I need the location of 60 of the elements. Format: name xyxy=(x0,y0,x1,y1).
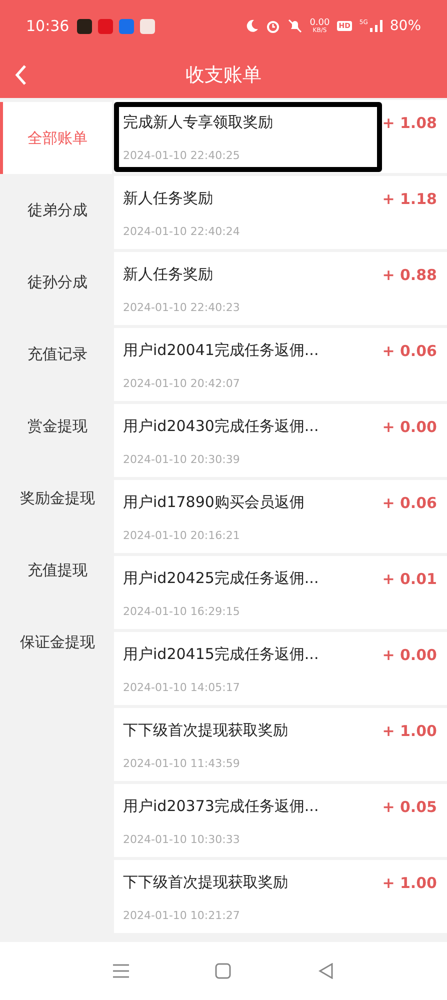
record-title: 用户id20041完成任务返佣... xyxy=(123,340,320,361)
record-time: 2024-01-10 10:30:33 xyxy=(123,832,241,848)
record-amount: + 1.08 xyxy=(382,113,437,134)
battery-level: 80% xyxy=(390,16,421,36)
record-time: 2024-01-10 16:29:15 xyxy=(123,604,241,620)
record-amount: + 1.18 xyxy=(382,189,437,210)
record-title: 下下级首次提现获取奖励 xyxy=(123,720,289,741)
record-title: 完成新人专享领取奖励 xyxy=(123,112,274,133)
record-amount: + 0.00 xyxy=(382,645,437,666)
record-title: 用户id17890购买会员返佣 xyxy=(123,492,306,513)
record-time: 2024-01-10 20:30:39 xyxy=(123,452,241,468)
record-amount: + 1.00 xyxy=(382,721,437,742)
record-time: 2024-01-10 22:40:24 xyxy=(123,224,241,240)
record-time: 2024-01-10 22:40:25 xyxy=(123,148,241,164)
record-title: 新人任务奖励 xyxy=(123,264,214,285)
record-time: 2024-01-10 10:21:27 xyxy=(123,908,241,924)
net-speed: 0.00 xyxy=(310,18,330,28)
app-notification-icon xyxy=(140,18,156,34)
record-row[interactable]: 用户id20373完成任务返佣... 2024-01-10 10:30:33 + 0.05 xyxy=(114,784,447,857)
bell-muted-icon xyxy=(286,19,303,33)
record-row[interactable]: 用户id20430完成任务返佣... 2024-01-10 20:30:39 + 0.00 xyxy=(114,404,447,477)
record-row[interactable]: 新人任务奖励 2024-01-10 22:40:23 + 0.88 xyxy=(114,252,447,325)
alarm-icon xyxy=(266,19,280,33)
record-title: 用户id20415完成任务返佣... xyxy=(123,644,320,665)
record-amount: + 0.05 xyxy=(382,797,437,818)
app-notification-icon xyxy=(98,18,114,34)
clock: 10:36 xyxy=(26,16,70,37)
home-square-icon[interactable] xyxy=(215,963,232,979)
menu-icon[interactable] xyxy=(113,964,130,978)
record-row[interactable]: 新人任务奖励 2024-01-10 22:40:24 + 1.18 xyxy=(114,176,447,249)
page-title: 收支账单 xyxy=(186,62,262,88)
record-title: 下下级首次提现获取奖励 xyxy=(123,872,289,893)
record-amount: + 0.06 xyxy=(382,493,437,514)
record-row[interactable]: 用户id20041完成任务返佣... 2024-01-10 20:42:07 + 0.06 xyxy=(114,328,447,401)
back-icon xyxy=(14,64,28,86)
record-row[interactable]: 完成新人专享领取奖励 2024-01-10 22:40:25 + 1.08 xyxy=(114,100,447,173)
record-row[interactable]: 用户id17890购买会员返佣 2024-01-10 20:16:21 + 0.06 xyxy=(114,480,447,553)
moon-icon xyxy=(244,19,259,33)
record-amount: + 0.01 xyxy=(382,569,437,590)
record-row[interactable]: 下下级首次提现获取奖励 2024-01-10 11:43:59 + 1.00 xyxy=(114,708,447,781)
record-title: 用户id20430完成任务返佣... xyxy=(123,416,320,437)
record-time: 2024-01-10 22:40:23 xyxy=(123,300,241,316)
record-time: 2024-01-10 14:05:17 xyxy=(123,680,241,696)
record-time: 2024-01-10 20:42:07 xyxy=(123,376,241,392)
record-time: 2024-01-10 20:16:21 xyxy=(123,528,241,544)
record-title: 用户id20425完成任务返佣... xyxy=(123,568,320,589)
record-row[interactable]: 用户id20415完成任务返佣... 2024-01-10 14:05:17 + 0.00 xyxy=(114,632,447,705)
record-amount: + 1.00 xyxy=(382,873,437,894)
record-amount: + 0.06 xyxy=(382,341,437,362)
app-notification-icon xyxy=(119,18,134,34)
record-title: 新人任务奖励 xyxy=(123,188,214,209)
record-amount: + 0.88 xyxy=(382,265,437,286)
signal-icon xyxy=(370,20,383,32)
record-title: 用户id20373完成任务返佣... xyxy=(123,796,320,817)
record-amount: + 0.00 xyxy=(382,417,437,438)
app-notification-icon xyxy=(77,18,92,34)
record-row[interactable]: 下下级首次提现获取奖励 2024-01-10 10:21:27 + 1.00 xyxy=(114,860,447,933)
record-row[interactable]: 用户id20425完成任务返佣... 2024-01-10 16:29:15 + 0.01 xyxy=(114,556,447,629)
record-time: 2024-01-10 11:43:59 xyxy=(123,756,241,772)
back-triangle-icon[interactable] xyxy=(318,963,334,979)
